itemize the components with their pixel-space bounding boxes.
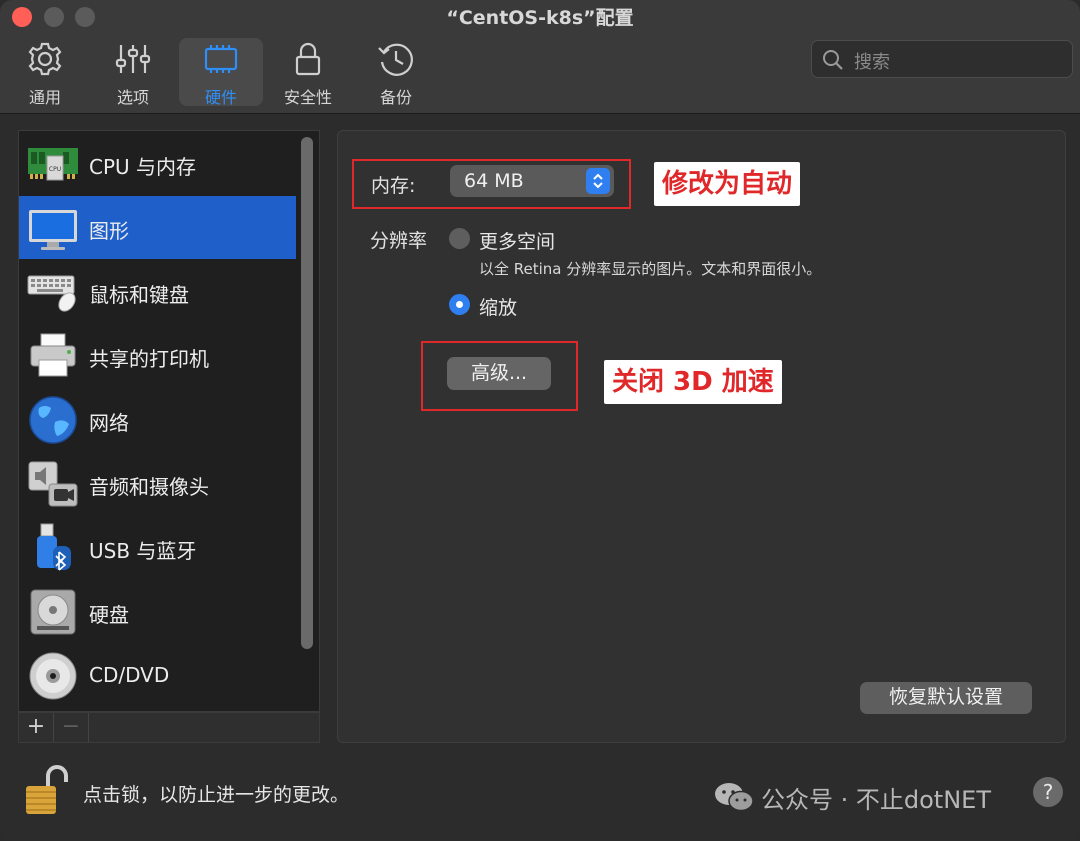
padlock-icon[interactable] — [24, 764, 68, 816]
hard-disk-icon — [30, 589, 76, 635]
sidebar-item-label: 鼠标和键盘 — [89, 283, 189, 307]
sidebar-item-label: 图形 — [89, 219, 129, 243]
tab-security[interactable]: 安全性 — [266, 38, 350, 107]
sidebar-item-label: CD/DVD — [89, 663, 170, 687]
sidebar-actions: + − — [18, 712, 320, 743]
sidebar-item-cd-dvd[interactable]: CD/DVD — [19, 644, 296, 707]
sidebar-item-label: CPU 与内存 — [89, 155, 197, 179]
tab-hardware[interactable]: 硬件 — [179, 38, 263, 107]
sidebar-item-network[interactable]: 网络 — [19, 388, 296, 451]
sidebar-item-hard-disk[interactable]: 硬盘 — [19, 580, 296, 643]
sidebar-item-printer[interactable]: 共享的打印机 — [19, 324, 296, 387]
tab-backup-label: 备份 — [379, 88, 412, 107]
search-placeholder: 搜索 — [854, 52, 890, 73]
sidebar-item-label: 音频和摄像头 — [89, 475, 209, 499]
tab-hardware-label: 硬件 — [204, 88, 237, 107]
sidebar-item-label: 共享的打印机 — [89, 347, 209, 371]
memory-highlight-box — [352, 159, 631, 209]
option-scaled-label[interactable]: 缩放 — [479, 293, 517, 320]
window-title: “CentOS-k8s”配置 — [446, 7, 634, 29]
tab-backup[interactable]: 备份 — [354, 38, 438, 107]
speaker-camera-icon — [28, 461, 78, 507]
tab-security-label: 安全性 — [283, 88, 332, 107]
clock-backup-icon — [378, 43, 413, 76]
gear-icon — [28, 42, 62, 76]
sidebar-item-label: 网络 — [89, 411, 129, 435]
sidebar-item-usb-bluetooth[interactable]: USB 与蓝牙 — [19, 516, 296, 579]
sidebar-item-mouse-keyboard[interactable]: 鼠标和键盘 — [19, 260, 296, 323]
tab-options-label: 选项 — [116, 88, 149, 107]
restore-defaults-button[interactable]: 恢复默认设置 — [860, 682, 1032, 714]
wechat-icon — [715, 783, 754, 812]
hardware-sidebar: CPU CPU 与内存 图形 鼠标和键盘 共享的打印机 网络 音频和摄像头 US… — [18, 130, 320, 712]
advanced-highlight-box — [421, 341, 578, 411]
memory-chip-icon: CPU — [28, 148, 78, 181]
sidebar-item-label: 硬盘 — [89, 603, 129, 627]
search-icon — [823, 50, 843, 70]
chip-icon — [204, 45, 238, 73]
globe-icon — [29, 396, 77, 444]
title-toolbar: “CentOS-k8s”配置 通用 选项 硬件 安全性 备份 搜索 — [0, 0, 1080, 114]
radio-more-space[interactable] — [449, 228, 470, 249]
radio-scaled[interactable] — [449, 294, 470, 315]
keyboard-mouse-icon — [27, 275, 76, 312]
svg-text:CPU: CPU — [49, 166, 61, 173]
add-device-button[interactable]: + — [19, 713, 54, 742]
sliders-icon — [115, 45, 151, 73]
tab-general-label: 通用 — [28, 88, 61, 107]
printer-icon — [30, 333, 76, 377]
sidebar-item-graphics[interactable]: 图形 — [19, 196, 296, 259]
cd-dvd-icon — [29, 652, 77, 700]
usb-bluetooth-icon — [37, 523, 71, 571]
resolution-label: 分辨率 — [370, 230, 428, 252]
lock-hint-text: 点击锁，以防止进一步的更改。 — [83, 784, 350, 806]
tab-general[interactable]: 通用 — [3, 38, 87, 107]
watermark-text: 公众号 · 不止dotNET — [761, 786, 991, 814]
graphics-settings-panel — [337, 130, 1066, 743]
lock-icon — [295, 42, 321, 76]
sidebar-item-audio-camera[interactable]: 音频和摄像头 — [19, 452, 296, 515]
option-more-space-description: 以全 Retina 分辨率显示的图片。文本和界面很小。 — [479, 260, 822, 278]
help-button[interactable]: ? — [1033, 777, 1063, 807]
preferences-window: “CentOS-k8s”配置 通用 选项 硬件 安全性 备份 搜索 CPU CP… — [0, 0, 1080, 841]
remove-device-button[interactable]: − — [54, 713, 89, 742]
memory-annotation: 修改为自动 — [654, 162, 801, 206]
sidebar-item-label: USB 与蓝牙 — [89, 539, 197, 563]
option-more-space-label[interactable]: 更多空间 — [479, 227, 555, 254]
tab-options[interactable]: 选项 — [91, 38, 175, 107]
sidebar-scrollbar[interactable] — [301, 137, 313, 649]
advanced-annotation: 关闭 3D 加速 — [604, 360, 782, 404]
sidebar-item-cpu-memory[interactable]: CPU CPU 与内存 — [19, 132, 296, 195]
search-field[interactable]: 搜索 — [811, 40, 1073, 78]
monitor-icon — [29, 210, 77, 250]
